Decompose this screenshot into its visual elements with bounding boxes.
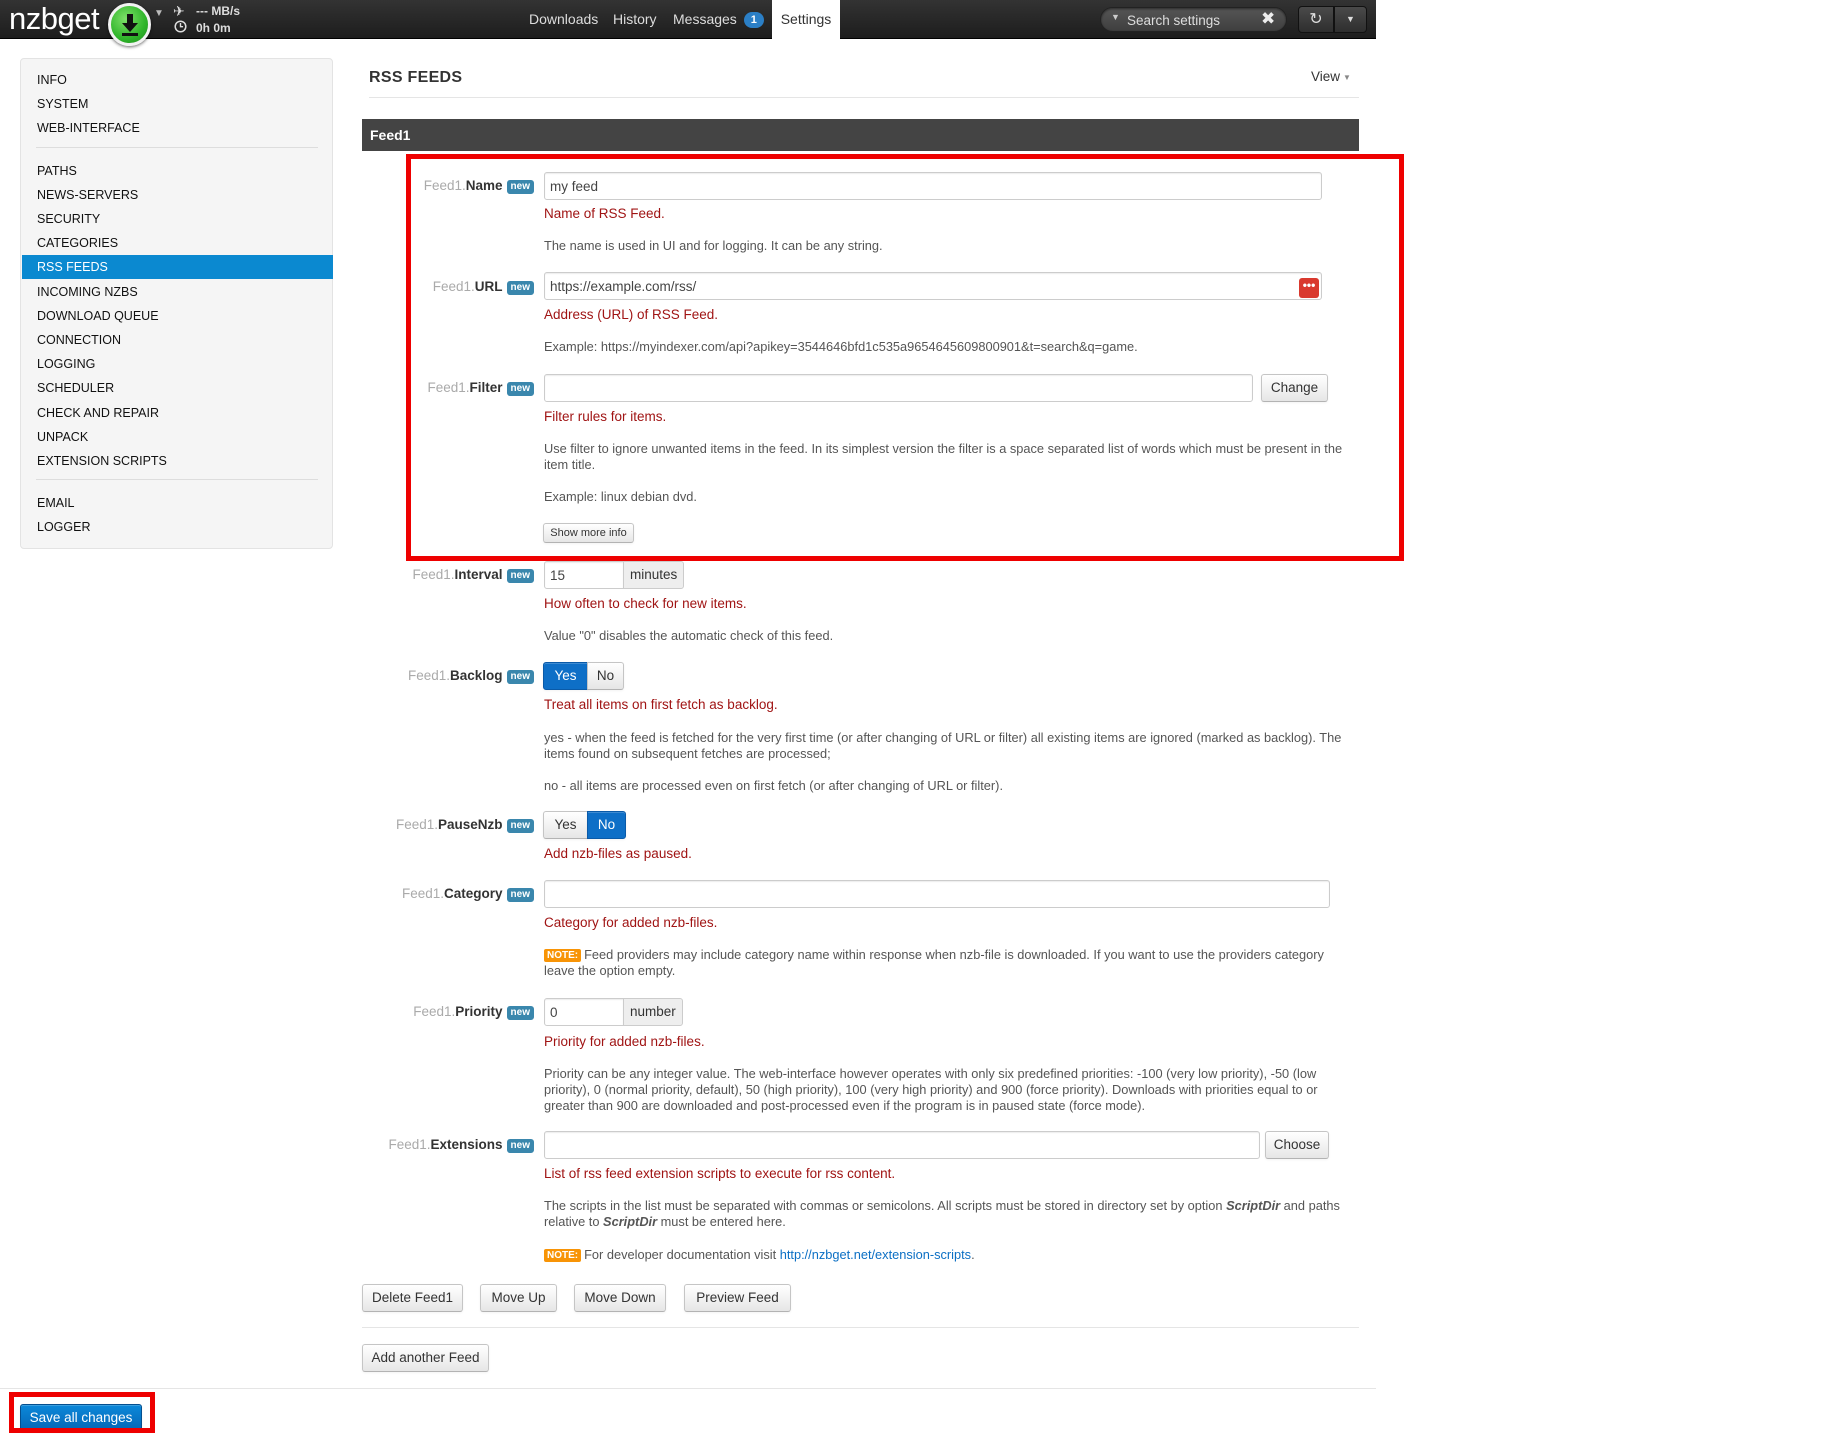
section-header: Feed1 — [362, 119, 1359, 151]
interval-summary: How often to check for new items. — [544, 596, 747, 611]
sidebar-item-system[interactable]: SYSTEM — [22, 92, 333, 116]
sidebar-item-security[interactable]: SECURITY — [22, 207, 333, 231]
sidebar-item-connection[interactable]: CONNECTION — [22, 328, 333, 352]
new-badge: new — [506, 819, 534, 833]
highlight-box-save — [9, 1392, 155, 1433]
highlight-box-feed-options — [406, 154, 1404, 561]
new-badge: new — [506, 670, 534, 684]
refresh-options-button[interactable]: ▼ — [1334, 6, 1367, 33]
move-up-button[interactable]: Move Up — [480, 1284, 557, 1312]
search-box: ▼ ✖ — [1100, 7, 1287, 32]
download-speed: --- MB/s — [196, 4, 240, 18]
footer-divider — [362, 1327, 1359, 1328]
download-status-icon[interactable] — [108, 3, 151, 46]
search-menu-caret-icon[interactable]: ▼ — [1111, 12, 1120, 22]
sidebar-item-incoming-nzbs[interactable]: INCOMING NZBS — [22, 280, 333, 304]
title-divider — [369, 97, 1359, 98]
pausenzb-yes-button[interactable]: Yes — [543, 811, 588, 839]
sidebar-divider — [36, 146, 318, 148]
extension-scripts-link[interactable]: http://nzbget.net/extension-scripts — [780, 1247, 971, 1262]
extensions-input[interactable] — [544, 1131, 1260, 1159]
sidebar-item-news-servers[interactable]: NEWS-SERVERS — [22, 183, 333, 207]
time-left: 0h 0m — [196, 21, 231, 35]
extensions-choose-button[interactable]: Choose — [1265, 1131, 1329, 1159]
clock-icon — [174, 20, 187, 36]
backlog-no-button[interactable]: No — [587, 662, 624, 690]
option-label-category: Feed1.Category new — [402, 886, 534, 903]
tab-messages[interactable]: Messages 1 — [663, 0, 774, 38]
sidebar-item-scheduler[interactable]: SCHEDULER — [22, 376, 333, 400]
save-bar-divider — [0, 1388, 1376, 1389]
sidebar-item-email[interactable]: EMAIL — [22, 491, 333, 515]
new-badge: new — [506, 1006, 534, 1020]
sidebar-item-paths[interactable]: PATHS — [22, 159, 333, 183]
view-menu[interactable]: View ▼ — [1311, 69, 1351, 84]
note-badge: NOTE: — [544, 949, 582, 962]
sidebar-divider — [36, 479, 318, 481]
new-badge: new — [506, 1139, 534, 1153]
category-note: NOTE: Feed providers may include category… — [544, 947, 1324, 978]
sidebar-item-download-queue[interactable]: DOWNLOAD QUEUE — [22, 304, 333, 328]
sidebar-item-rss-feeds[interactable]: RSS FEEDS — [22, 255, 333, 280]
priority-unit: number — [623, 998, 683, 1026]
sidebar-item-check-and-repair[interactable]: CHECK AND REPAIR — [22, 401, 333, 425]
move-down-button[interactable]: Move Down — [574, 1284, 666, 1312]
chevron-down-icon[interactable]: ▼ — [154, 8, 164, 19]
priority-summary: Priority for added nzb-files. — [544, 1034, 705, 1049]
backlog-summary: Treat all items on first fetch as backlo… — [544, 697, 778, 712]
sidebar-item-info[interactable]: INFO — [22, 68, 333, 92]
pausenzb-summary: Add nzb-files as paused. — [544, 846, 692, 861]
clear-search-icon[interactable]: ✖ — [1261, 9, 1275, 29]
priority-description: Priority can be any integer value. The w… — [544, 1066, 1318, 1113]
sidebar-item-web-interface[interactable]: WEB-INTERFACE — [22, 116, 333, 140]
interval-description: Value "0" disables the automatic check o… — [544, 628, 834, 643]
option-label-pausenzb: Feed1.PauseNzb new — [396, 817, 534, 834]
speed-limit-icon[interactable]: ✈ — [173, 3, 185, 20]
extensions-description: The scripts in the list must be separate… — [544, 1198, 1340, 1229]
priority-input[interactable] — [544, 998, 624, 1026]
sidebar-item-extension-scripts[interactable]: EXTENSION SCRIPTS — [22, 449, 333, 473]
search-input[interactable] — [1125, 10, 1255, 30]
interval-unit: minutes — [623, 561, 685, 589]
extensions-note: NOTE: For developer documentation visit h… — [544, 1247, 1354, 1263]
tab-settings[interactable]: Settings — [772, 0, 840, 39]
page-title: RSS FEEDS — [369, 69, 463, 86]
pausenzb-no-button[interactable]: No — [587, 811, 626, 839]
extensions-summary: List of rss feed extension scripts to ex… — [544, 1166, 896, 1181]
backlog-description-no: no - all items are processed even on fir… — [544, 778, 1003, 793]
option-label-priority: Feed1.Priority new — [413, 1004, 534, 1021]
delete-feed-button[interactable]: Delete Feed1 — [362, 1284, 463, 1312]
sidebar-item-categories[interactable]: CATEGORIES — [22, 231, 333, 255]
option-label-extensions: Feed1.Extensions new — [388, 1137, 534, 1154]
chevron-down-icon: ▼ — [1343, 72, 1351, 82]
backlog-description-yes: yes - when the feed is fetched for the v… — [544, 730, 1342, 761]
note-badge: NOTE: — [544, 1249, 582, 1262]
top-navbar: nzbget ▼ ✈ --- MB/s 0h 0m Downloads Hist… — [0, 0, 1376, 46]
new-badge: new — [506, 888, 534, 902]
sidebar-item-logger[interactable]: LOGGER — [22, 515, 333, 539]
category-summary: Category for added nzb-files. — [544, 915, 718, 930]
refresh-button[interactable]: ↻ — [1298, 6, 1334, 33]
tab-history[interactable]: History — [603, 0, 667, 38]
settings-sidebar: INFO SYSTEM WEB-INTERFACE PATHS NEWS-SERVERS… — [20, 58, 333, 549]
sidebar-item-logging[interactable]: LOGGING — [22, 352, 333, 376]
option-label-interval: Feed1.Interval new — [412, 567, 534, 584]
sidebar-item-unpack[interactable]: UNPACK — [22, 425, 333, 449]
messages-count-badge: 1 — [743, 12, 764, 28]
chevron-down-icon: ▼ — [1346, 14, 1355, 24]
view-menu-label: View — [1311, 69, 1341, 84]
new-badge: new — [506, 569, 534, 583]
option-label-backlog: Feed1.Backlog new — [408, 668, 534, 685]
app-logo: nzbget — [9, 1, 100, 36]
tab-downloads[interactable]: Downloads — [519, 0, 608, 38]
category-input[interactable] — [544, 880, 1330, 908]
refresh-icon: ↻ — [1309, 11, 1323, 28]
backlog-yes-button[interactable]: Yes — [543, 662, 588, 690]
tab-messages-label: Messages — [673, 11, 737, 27]
add-feed-button[interactable]: Add another Feed — [362, 1344, 489, 1372]
preview-feed-button[interactable]: Preview Feed — [684, 1284, 791, 1312]
interval-input[interactable] — [544, 561, 624, 589]
